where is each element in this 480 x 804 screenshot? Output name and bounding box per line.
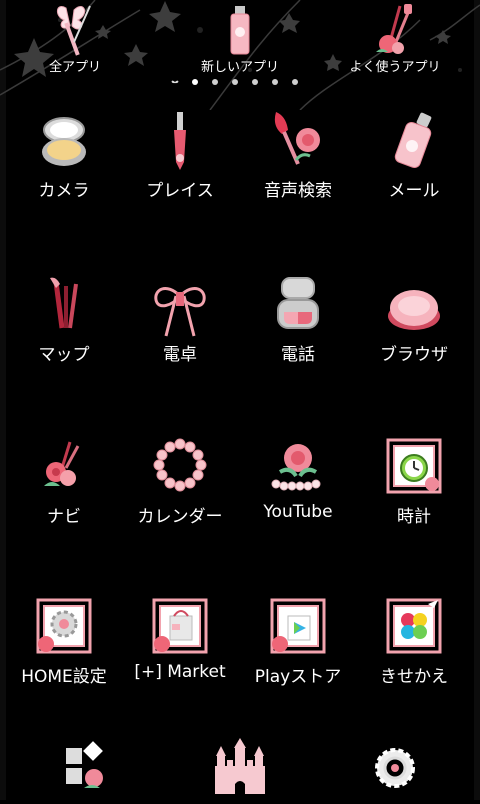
dock-home-button[interactable] <box>205 738 275 798</box>
page-dot <box>272 79 278 85</box>
app-market[interactable]: [+] Market <box>120 598 240 708</box>
page-dot <box>192 79 198 85</box>
gear-frame-icon <box>36 598 92 654</box>
app-browser[interactable]: ブラウザ <box>354 276 474 386</box>
settings-icon <box>375 748 415 788</box>
butterfly-indicator-icon <box>171 80 179 84</box>
tab-frequent-apps-label: よく使うアプリ <box>349 60 441 75</box>
perfume-bottle-icon <box>230 6 250 55</box>
alarm-clock-icon <box>386 438 442 494</box>
app-play-store[interactable]: Playストア <box>238 598 358 708</box>
app-calculator-label: 電卓 <box>163 345 197 365</box>
app-mail[interactable]: メール <box>354 112 474 222</box>
app-calendar[interactable]: カレンダー <box>120 438 240 548</box>
app-phone[interactable]: 電話 <box>238 276 358 386</box>
app-maps[interactable]: マップ <box>4 276 124 386</box>
dock-widgets-button[interactable] <box>58 740 128 800</box>
palette-frame-icon <box>386 598 442 654</box>
lotion-bottle-icon <box>394 112 432 168</box>
play-bag-frame-icon <box>270 598 326 654</box>
app-places-label: プレイス <box>146 181 214 201</box>
app-kisekae-label: きせかえ <box>380 667 448 687</box>
rose-brushes-icon <box>376 4 412 54</box>
right-edge <box>474 0 480 800</box>
app-navi-label: ナビ <box>47 507 81 527</box>
app-camera[interactable]: カメラ <box>4 112 124 222</box>
page-dot <box>252 79 258 85</box>
app-clock[interactable]: 時計 <box>354 438 474 548</box>
butterfly-pen-icon <box>57 5 91 56</box>
tab-new-apps-label: 新しいアプリ <box>200 60 279 75</box>
app-camera-label: カメラ <box>38 181 90 201</box>
heart-compact-icon <box>277 277 319 329</box>
powder-puff-icon <box>388 290 440 330</box>
app-kisekae[interactable]: きせかえ <box>354 598 474 708</box>
app-clock-label: 時計 <box>397 507 431 527</box>
app-places[interactable]: プレイス <box>120 112 240 222</box>
app-home-settings[interactable]: HOME設定 <box>4 598 124 708</box>
page-dot <box>212 79 218 85</box>
compact-powder-icon <box>42 117 86 166</box>
app-voice-search[interactable]: 音声検索 <box>238 112 358 222</box>
makeup-brushes-icon <box>50 277 78 329</box>
rose-bouquet-icon <box>44 441 80 486</box>
page-indicator <box>170 79 310 89</box>
app-voice-search-label: 音声検索 <box>264 181 332 201</box>
app-market-label: [+] Market <box>134 662 226 682</box>
app-calendar-label: カレンダー <box>137 507 223 527</box>
app-play-store-label: Playストア <box>254 667 342 687</box>
castle-icon <box>215 738 265 794</box>
tab-all-apps-label: 全アプリ <box>48 60 101 75</box>
app-calculator[interactable]: 電卓 <box>120 276 240 386</box>
app-youtube-label: YouTube <box>263 502 333 522</box>
widgets-icon <box>66 741 103 788</box>
dock-settings-button[interactable] <box>360 740 430 800</box>
app-maps-label: マップ <box>38 345 90 365</box>
pearl-bracelet-icon <box>153 438 207 492</box>
lip-brush-icon <box>174 112 186 170</box>
app-youtube[interactable]: YouTube <box>238 438 358 548</box>
app-phone-label: 電話 <box>281 345 315 365</box>
rose-pearls-icon <box>271 444 321 491</box>
app-browser-label: ブラウザ <box>380 345 448 365</box>
brush-rose-icon <box>274 112 320 165</box>
page-dot <box>292 79 298 85</box>
ribbon-bow-icon <box>154 286 206 337</box>
app-home-settings-label: HOME設定 <box>21 667 107 687</box>
page-dot <box>232 79 238 85</box>
app-mail-label: メール <box>388 181 440 201</box>
drawer-tab-bar: 全アプリ 新しいアプリ よく使うアプリ <box>0 0 480 82</box>
shopping-bag-frame-icon <box>152 598 208 654</box>
app-navi[interactable]: ナビ <box>4 438 124 548</box>
